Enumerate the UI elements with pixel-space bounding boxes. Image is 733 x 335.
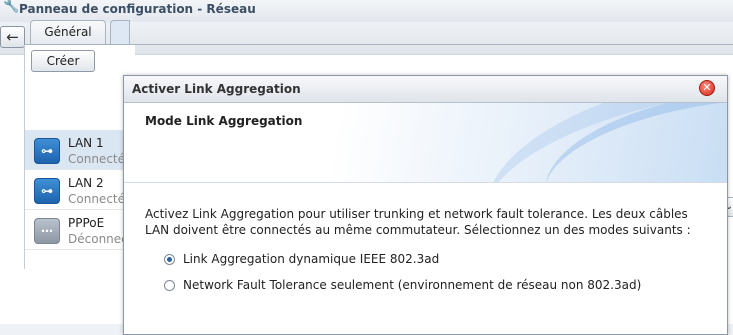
dialog-header: Mode Link Aggregation	[124, 103, 727, 183]
dialog-title: Activer Link Aggregation	[132, 82, 301, 96]
interface-name: PPPoE	[68, 216, 105, 230]
window-titlebar: 🔧 Panneau de configuration - Réseau	[0, 0, 733, 22]
option-dynamic-802-3ad[interactable]: Link Aggregation dynamique IEEE 802.3ad	[164, 252, 439, 266]
list-item-lan1[interactable]: ⊶ LAN 1 Connecté	[25, 130, 130, 170]
network-link-icon: ⊶	[34, 138, 60, 164]
link-aggregation-dialog: Activer Link Aggregation ✕ Mode Link Agg…	[123, 75, 728, 335]
close-icon: ✕	[702, 81, 712, 94]
option-fault-tolerance[interactable]: Network Fault Tolerance seulement (envir…	[164, 278, 641, 292]
interface-name: LAN 1	[68, 136, 104, 150]
close-button[interactable]: ✕	[699, 80, 715, 96]
list-item-lan2[interactable]: ⊶ LAN 2 Connecté	[25, 170, 130, 210]
interface-status: Connecté	[68, 192, 125, 206]
option-label: Link Aggregation dynamique IEEE 802.3ad	[183, 252, 440, 266]
pppoe-icon: ⋯	[34, 218, 60, 244]
interface-status: Connecté	[68, 152, 125, 166]
network-link-icon: ⊶	[34, 178, 60, 204]
tab-general[interactable]: Général	[30, 20, 106, 44]
wrench-icon: 🔧	[3, 0, 20, 14]
arrow-left-icon: ←	[6, 28, 19, 46]
radio-button[interactable]	[164, 253, 175, 265]
list-item-pppoe[interactable]: ⋯ PPPoE Déconnecté	[25, 210, 140, 250]
dialog-description: Activez Link Aggregation pour utiliser t…	[145, 207, 691, 237]
tab-network-interface[interactable]	[110, 20, 130, 44]
create-button[interactable]: Créer	[31, 50, 95, 72]
dialog-heading: Mode Link Aggregation	[145, 114, 303, 128]
back-button[interactable]: ←	[0, 26, 25, 48]
window-title: Panneau de configuration - Réseau	[19, 2, 256, 16]
radio-button[interactable]	[164, 279, 175, 291]
interface-name: LAN 2	[68, 176, 104, 190]
option-label: Network Fault Tolerance seulement (envir…	[183, 278, 642, 292]
dialog-titlebar: Activer Link Aggregation ✕	[124, 76, 727, 103]
